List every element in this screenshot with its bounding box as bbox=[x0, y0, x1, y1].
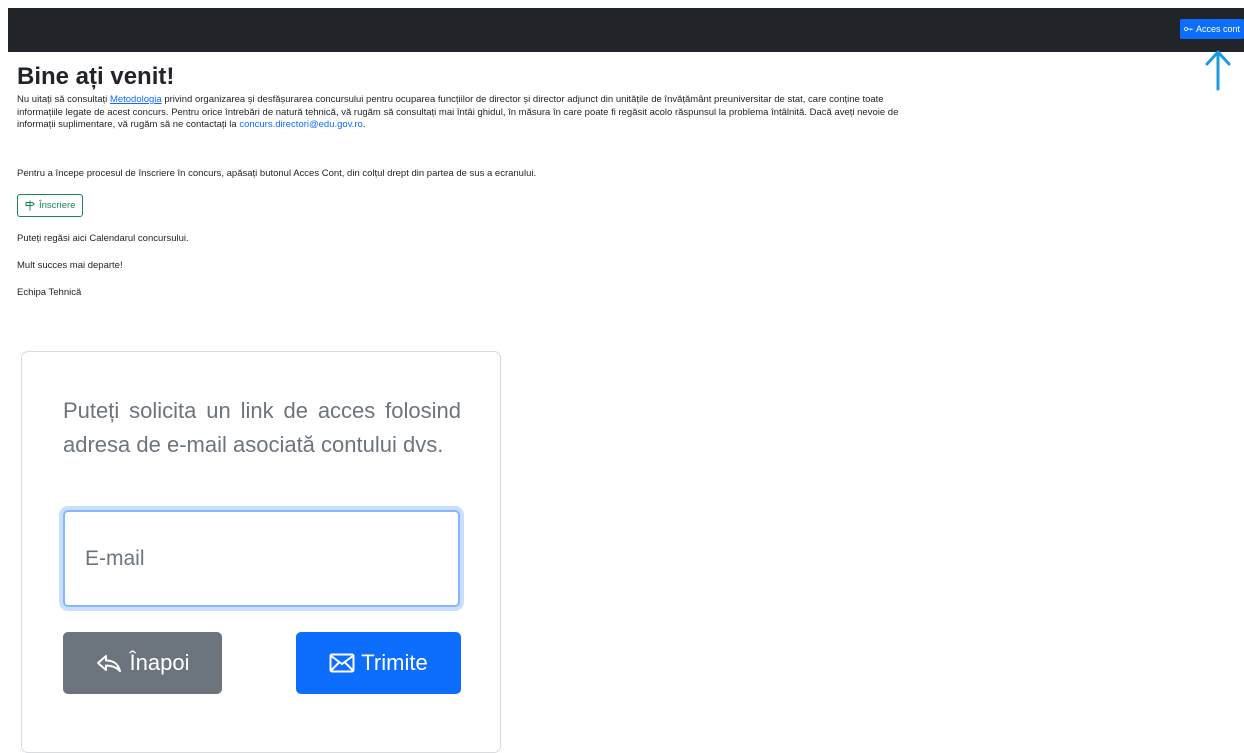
signpost-icon bbox=[25, 200, 35, 211]
send-label: Trimite bbox=[361, 650, 428, 675]
access-card-description: Puteți solicita un link de acces folosin… bbox=[63, 398, 461, 457]
acces-cont-label: Acces cont bbox=[1195, 24, 1240, 34]
team-signature: Echipa Tehnică bbox=[17, 287, 82, 298]
key-icon bbox=[1184, 27, 1193, 31]
back-label: Înapoi bbox=[129, 650, 190, 675]
envelope-icon bbox=[329, 653, 355, 673]
inscriere-button[interactable]: Înscriere bbox=[17, 194, 84, 217]
success-text: Mult succes mai departe! bbox=[17, 260, 123, 271]
main-content: Bine ați venit! Nu uitați să consultați … bbox=[17, 60, 917, 298]
arrow-up-icon bbox=[1205, 50, 1231, 91]
start-instructions: Pentru a începe procesul de înscriere în… bbox=[17, 168, 537, 179]
calendar-text: Puteți regăsi aici Calendarul concursulu… bbox=[17, 233, 189, 244]
metodologia-link[interactable]: Metodologia bbox=[110, 94, 162, 105]
access-link-card: Puteți solicita un link de acces folosin… bbox=[21, 351, 501, 753]
page-title: Bine ați venit! bbox=[17, 63, 175, 90]
contact-email-link[interactable]: concurs.directori@edu.gov.ro bbox=[239, 119, 363, 130]
email-field[interactable] bbox=[63, 510, 460, 607]
intro-text-start: Nu uitați să consultați bbox=[17, 94, 110, 105]
inscriere-label: Înscriere bbox=[39, 200, 76, 211]
reply-icon bbox=[96, 655, 121, 672]
acces-cont-button[interactable]: Acces cont bbox=[1179, 19, 1244, 39]
send-button[interactable]: Trimite bbox=[296, 632, 461, 694]
back-button[interactable]: Înapoi bbox=[63, 632, 222, 694]
intro-text-end: . bbox=[362, 119, 366, 130]
top-navbar: Acces cont bbox=[8, 8, 1244, 52]
intro-paragraph: Nu uitați să consultați Metodologia priv… bbox=[17, 94, 917, 132]
